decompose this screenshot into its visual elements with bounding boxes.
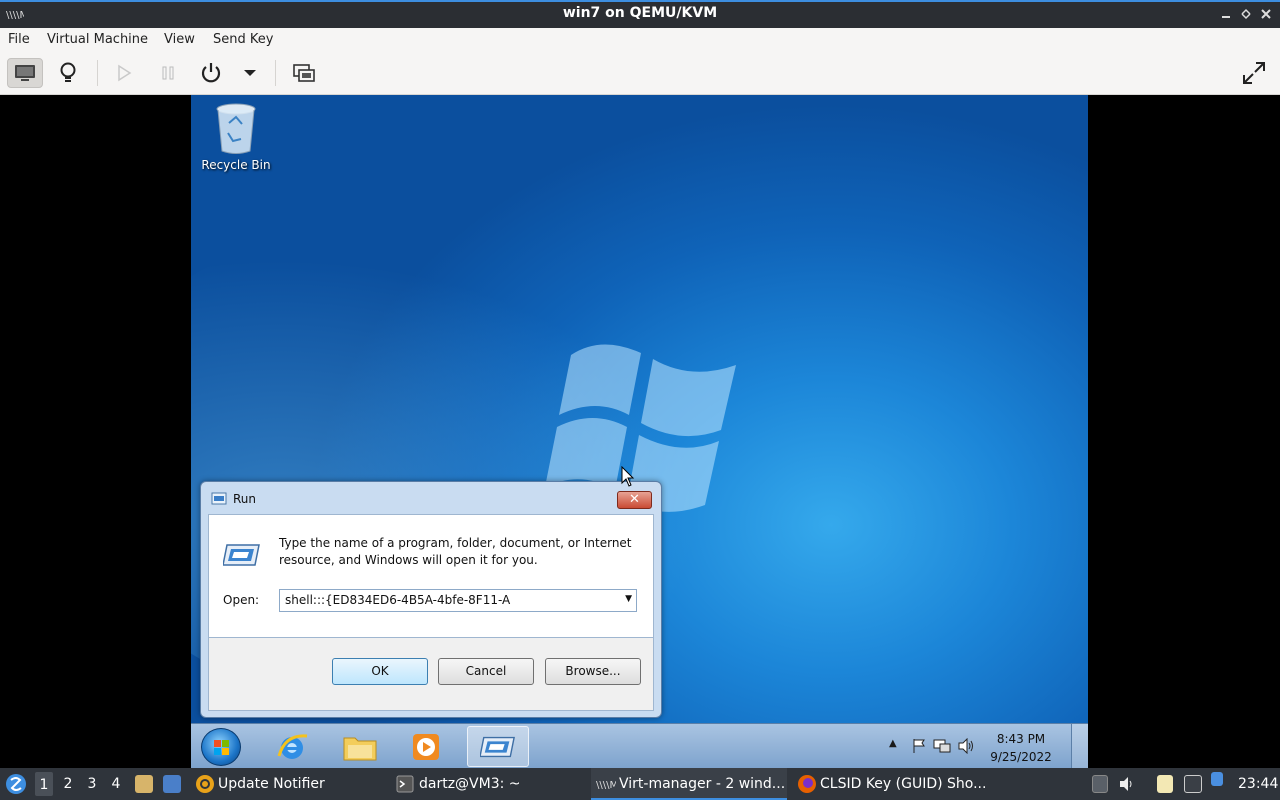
show-desktop-button[interactable] <box>1071 724 1088 768</box>
taskbar-ie[interactable] <box>261 726 323 767</box>
fullscreen-button[interactable] <box>1236 58 1272 88</box>
workspace-2[interactable]: 2 <box>59 776 77 792</box>
svg-text:\\\\M: \\\\M <box>596 780 616 790</box>
virt-manager-icon: \\\\M <box>596 780 616 790</box>
update-notifier-icon <box>196 775 214 793</box>
win7-time: 8:43 PM <box>996 732 1046 746</box>
run-program-icon <box>223 544 260 566</box>
win7-clock[interactable]: 8:43 PM 9/25/2022 <box>983 730 1059 766</box>
recycle-bin-icon <box>216 103 256 154</box>
run-button[interactable] <box>106 58 142 88</box>
snapshots-button[interactable] <box>286 58 322 88</box>
dropdown-icon <box>244 70 256 76</box>
tray-display-icon[interactable] <box>1184 775 1202 793</box>
windows-flag-icon <box>214 740 229 755</box>
taskbar-run-window[interactable] <box>467 726 529 767</box>
menu-file[interactable]: File <box>8 32 30 47</box>
power-icon <box>201 63 221 83</box>
menu-virtual-machine[interactable]: Virtual Machine <box>47 32 148 47</box>
open-label: Open: <box>223 593 260 607</box>
task-update-notifier[interactable]: Update Notifier <box>218 776 325 792</box>
host-clock[interactable]: 23:44 <box>1238 776 1278 792</box>
ok-button[interactable]: OK <box>332 658 428 685</box>
pause-icon <box>162 66 174 80</box>
run-dialog-title: Run <box>233 492 257 506</box>
system-tray: ▲ 8:43 PM 9/25/2022 <box>881 724 1088 768</box>
firefox-icon <box>798 775 816 793</box>
ie-icon <box>277 733 308 759</box>
console-button[interactable] <box>7 58 43 88</box>
fullscreen-icon <box>1243 62 1265 84</box>
details-lightbulb-icon <box>60 62 76 82</box>
explorer-folder-icon <box>343 737 377 760</box>
run-dialog: Run ✕ Type the name of a program, folder… <box>200 481 662 718</box>
power-dropdown-button[interactable] <box>232 58 268 88</box>
run-icon <box>211 492 227 505</box>
run-dialog-close-button[interactable]: ✕ <box>617 491 652 509</box>
minimize-icon[interactable] <box>1218 6 1234 22</box>
window-title: win7 on QEMU/KVM <box>562 5 718 21</box>
snapshots-icon <box>293 64 315 82</box>
close-icon[interactable] <box>1258 6 1274 22</box>
console-icon <box>15 65 35 81</box>
run-dialog-footer: OK Cancel Browse... <box>208 638 654 711</box>
combo-dropdown-icon[interactable]: ▼ <box>625 594 632 604</box>
run-dialog-body: Type the name of a program, folder, docu… <box>208 514 654 638</box>
browse-button[interactable]: Browse... <box>545 658 641 685</box>
tray-notification-icon[interactable] <box>1211 772 1223 786</box>
start-menu-icon[interactable] <box>5 773 27 795</box>
menu-bar: File Virtual Machine View Send Key <box>0 28 1280 52</box>
file-manager-icon[interactable] <box>135 775 153 793</box>
power-button[interactable] <box>193 58 229 88</box>
run-dialog-description: Type the name of a program, folder, docu… <box>279 536 632 567</box>
details-button[interactable] <box>50 58 86 88</box>
workspace-3[interactable]: 3 <box>83 776 101 792</box>
vm-display[interactable]: Recycle Bin Run ✕ Type the name of a pro… <box>191 95 1088 768</box>
network-icon[interactable] <box>933 738 951 757</box>
windows-taskbar: ▲ 8:43 PM 9/25/2022 <box>191 723 1088 768</box>
window-titlebar: \\\\M win7 on QEMU/KVM <box>0 0 1280 28</box>
desktop-icon-recycle-bin[interactable]: Recycle Bin <box>199 103 273 172</box>
workspace-1[interactable]: 1 <box>35 772 53 796</box>
taskbar-media-player[interactable] <box>395 726 457 767</box>
task-virt-manager[interactable]: Virt-manager - 2 wind... <box>619 776 785 792</box>
tray-network-icon[interactable] <box>1092 775 1108 793</box>
recycle-bin-label: Recycle Bin <box>201 158 271 172</box>
show-hidden-icon[interactable]: ▲ <box>889 738 897 749</box>
terminal-icon <box>396 775 414 793</box>
win7-date: 9/25/2022 <box>990 750 1052 764</box>
maximize-icon[interactable] <box>1238 6 1254 22</box>
tray-clipboard-icon[interactable] <box>1157 775 1173 793</box>
pause-button[interactable] <box>150 58 186 88</box>
run-play-icon <box>118 64 132 82</box>
volume-icon[interactable] <box>957 737 975 757</box>
cancel-button[interactable]: Cancel <box>438 658 534 685</box>
host-taskbar: 1 2 3 4 Update Notifier dartz@VM3: ~ \\\… <box>0 768 1280 800</box>
show-desktop-icon[interactable] <box>163 775 181 793</box>
open-input[interactable]: shell:::{ED834ED6-4B5A-4bfe-8F11-A <box>285 593 510 607</box>
tray-volume-icon[interactable] <box>1118 775 1136 793</box>
mouse-cursor-icon <box>621 466 635 487</box>
taskbar-explorer[interactable] <box>329 726 391 767</box>
task-terminal[interactable]: dartz@VM3: ~ <box>419 776 521 792</box>
open-combobox[interactable]: shell:::{ED834ED6-4B5A-4bfe-8F11-A ▼ <box>279 589 637 612</box>
start-button[interactable] <box>201 728 241 766</box>
workspace-4[interactable]: 4 <box>107 776 125 792</box>
menu-view[interactable]: View <box>164 32 195 47</box>
action-center-flag-icon[interactable] <box>911 738 927 757</box>
media-player-icon <box>413 733 439 760</box>
run-window-icon <box>480 736 515 757</box>
task-firefox[interactable]: CLSID Key (GUID) Sho... <box>820 776 986 792</box>
toolbar <box>0 52 1280 95</box>
menu-send-key[interactable]: Send Key <box>213 32 273 47</box>
